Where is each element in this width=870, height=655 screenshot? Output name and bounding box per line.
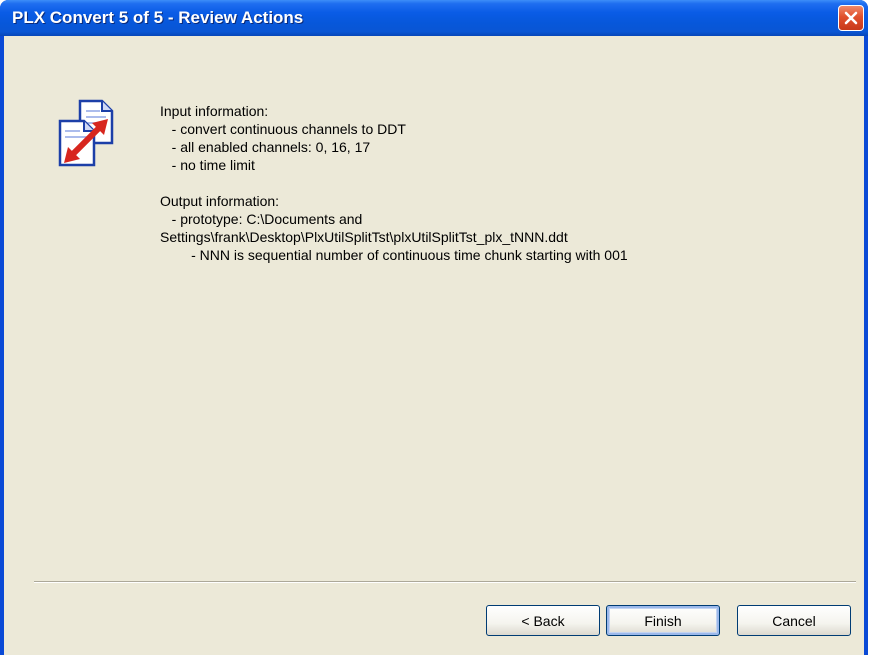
button-separator (34, 581, 856, 583)
back-button[interactable]: < Back (486, 605, 600, 636)
input-info-item: - no time limit (160, 157, 255, 173)
convert-documents-icon (58, 99, 114, 167)
window-title: PLX Convert 5 of 5 - Review Actions (12, 8, 304, 27)
input-info-heading: Input information: (160, 103, 269, 119)
output-info-heading: Output information: (160, 193, 280, 209)
review-summary: Input information: - convert continuous … (160, 102, 820, 264)
wizard-content: Input information: - convert continuous … (4, 36, 864, 655)
wizard-window: PLX Convert 5 of 5 - Review Actions Inpu… (0, 0, 868, 655)
close-icon (844, 11, 858, 25)
input-info-item: - convert continuous channels to DDT (160, 121, 406, 137)
output-info-line: Settings\frank\Desktop\PlxUtilSplitTst\p… (160, 229, 568, 245)
close-button[interactable] (838, 5, 864, 31)
output-info-line: - prototype: C:\Documents and (160, 211, 363, 227)
finish-button[interactable]: Finish (606, 605, 720, 636)
cancel-button[interactable]: Cancel (737, 605, 851, 636)
output-info-line: - NNN is sequential number of continuous… (160, 247, 628, 263)
title-bar[interactable]: PLX Convert 5 of 5 - Review Actions (0, 0, 868, 36)
input-info-item: - all enabled channels: 0, 16, 17 (160, 139, 371, 155)
